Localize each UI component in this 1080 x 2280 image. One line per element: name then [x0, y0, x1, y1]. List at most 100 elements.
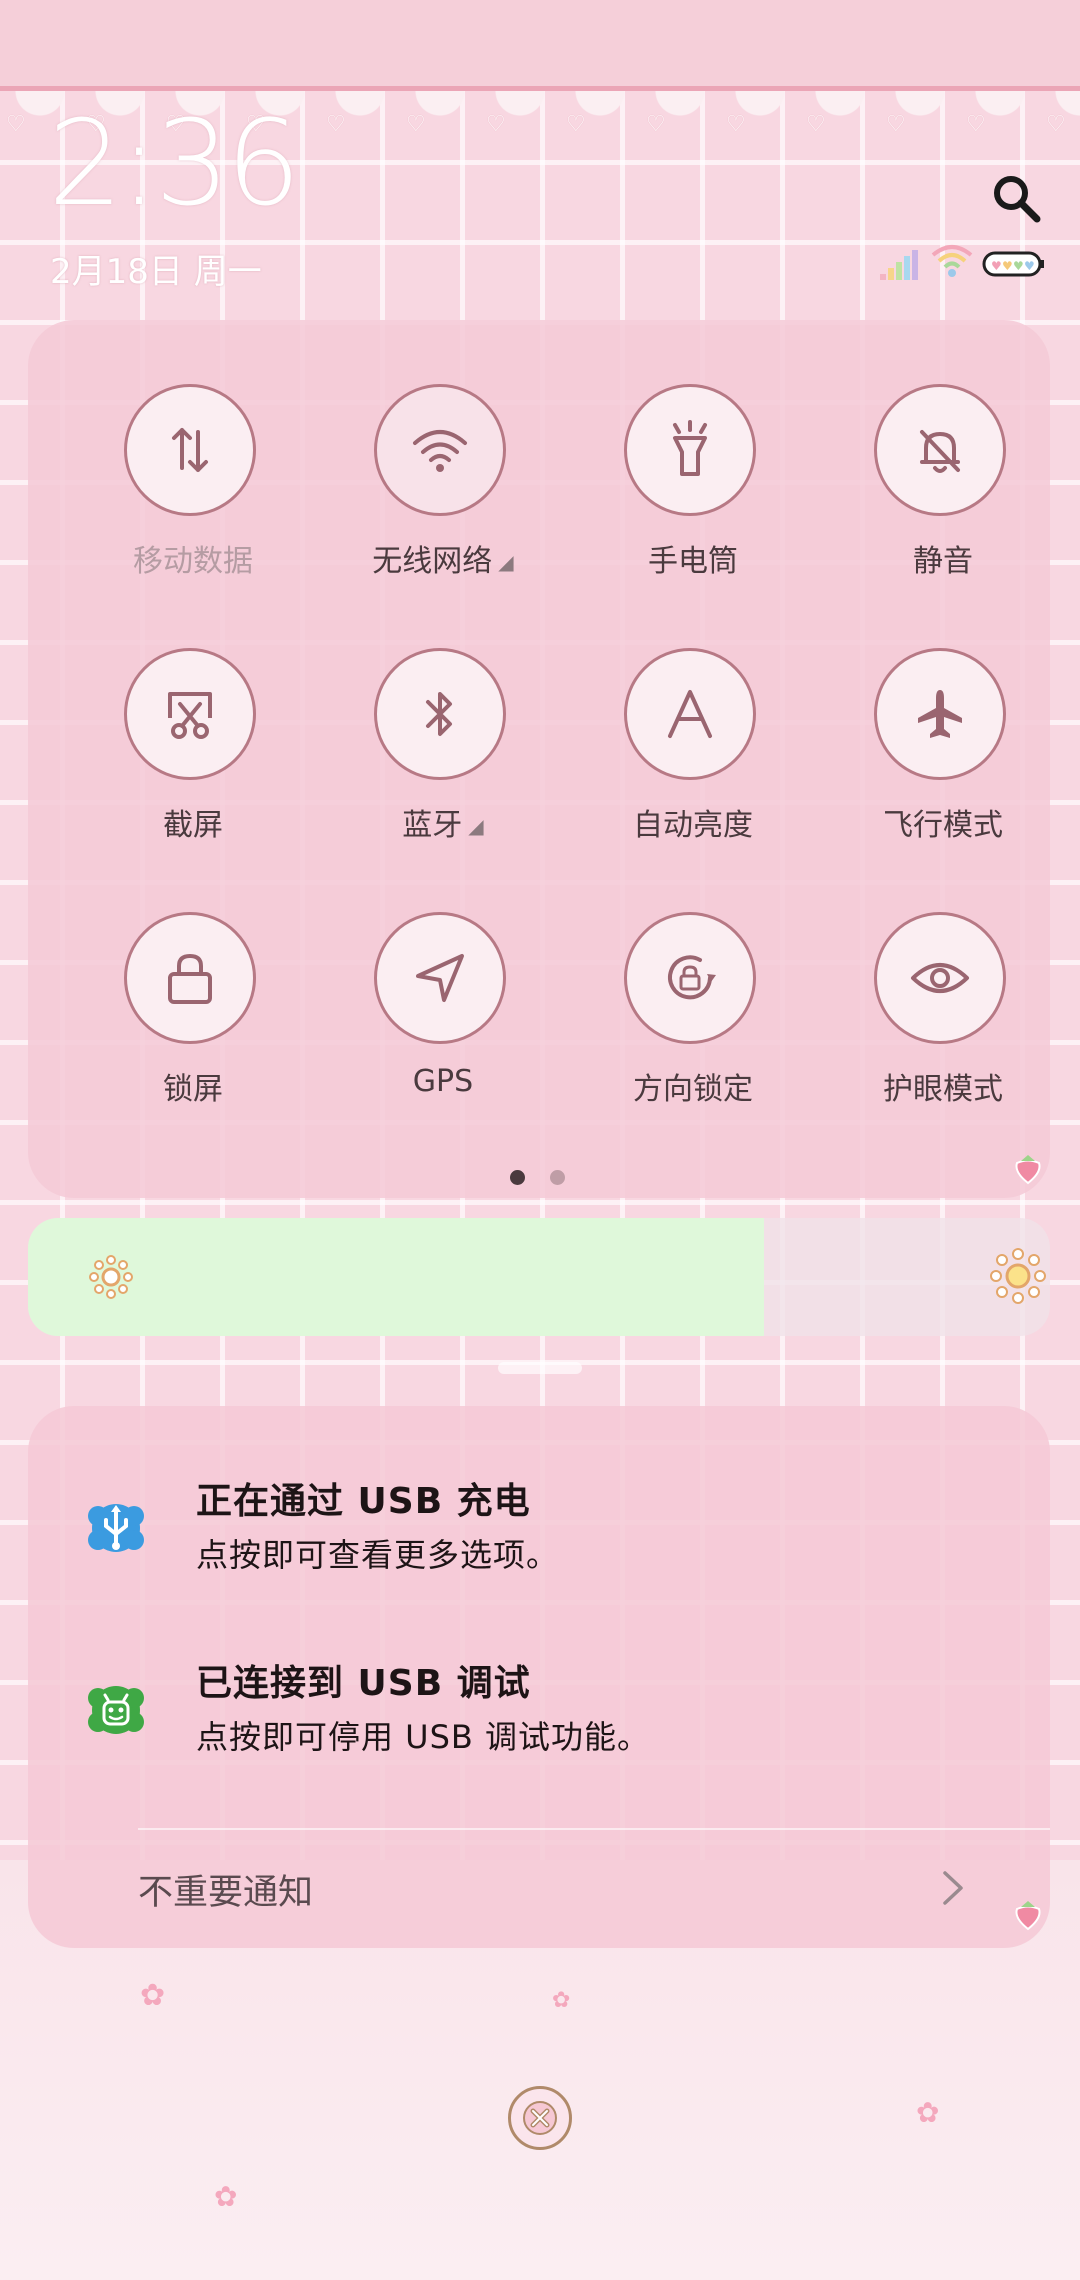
tile-gps-button[interactable] [374, 912, 506, 1044]
tile-screenshot[interactable]: 截屏 [68, 584, 318, 843]
tile-gps[interactable]: GPS [318, 848, 568, 1099]
location-arrow-icon [416, 954, 464, 1002]
date: 2月18日 周一 [50, 252, 262, 292]
flashlight-icon [673, 420, 707, 476]
strawberry-decoration-icon [1015, 1155, 1041, 1185]
tile-flashlight-button[interactable] [624, 384, 756, 516]
heart-decoration-icon: ♡ [6, 112, 26, 137]
android-debug-icon [88, 1686, 144, 1734]
tile-label: GPS [412, 1064, 474, 1099]
chevron-right-icon[interactable] [940, 1868, 966, 1908]
search-icon[interactable] [990, 172, 1042, 224]
tile-wifi[interactable]: 无线网络 ◢ [318, 320, 568, 579]
screenshot-icon [168, 692, 212, 739]
notification-text: 点按即可停用 USB 调试功能。 [196, 1718, 651, 1756]
rotation-lock-icon [668, 955, 716, 1000]
tile-eye-protection[interactable]: 护眼模式 [818, 848, 1068, 1107]
svg-text:♥: ♥ [1002, 259, 1013, 273]
notification-text: 点按即可查看更多选项。 [196, 1536, 560, 1574]
signal-icon [880, 250, 918, 280]
page-dot [550, 1170, 565, 1185]
clear-all-button[interactable] [508, 2086, 572, 2150]
tile-label: 自动亮度 [633, 808, 753, 843]
tile-lock-screen[interactable]: 锁屏 [68, 848, 318, 1107]
tile-bluetooth-button[interactable] [374, 648, 506, 780]
divider [138, 1828, 1050, 1830]
heart-decoration-icon: ♡ [406, 112, 426, 137]
notification-panel: 正在通过 USB 充电 点按即可查看更多选项。 已连接到 USB 调试 点按即可… [28, 1406, 1050, 1948]
heart-decoration-icon: ♡ [1046, 112, 1066, 137]
tile-auto-brightness[interactable]: 自动亮度 [568, 584, 818, 843]
flower-decoration-icon: ✿ [552, 1988, 571, 2013]
close-icon [523, 2101, 557, 2135]
wifi-status-icon [931, 245, 973, 277]
eye-icon [911, 963, 969, 993]
tile-mobile-data[interactable]: 移动数据 [68, 320, 318, 579]
tile-bluetooth[interactable]: 蓝牙 ◢ [318, 584, 568, 843]
flower-decoration-icon: ✿ [916, 2096, 940, 2129]
brightness-slider[interactable] [28, 1218, 1050, 1336]
flower-decoration-icon: ✿ [140, 1978, 166, 2013]
svg-text:♥: ♥ [1013, 259, 1024, 273]
tile-lock-screen-button[interactable] [124, 912, 256, 1044]
heart-decoration-icon: ♡ [646, 112, 666, 137]
strawberry-decoration-icon [1015, 1901, 1041, 1931]
heart-decoration-icon: ♡ [886, 112, 906, 137]
bluetooth-icon [426, 692, 452, 736]
bell-off-icon [920, 430, 960, 473]
heart-decoration-icon: ♡ [806, 112, 826, 137]
minor-notifications-label[interactable]: 不重要通知 [138, 1864, 313, 1915]
tile-wifi-button[interactable] [374, 384, 506, 516]
tile-label: 截屏 [163, 808, 223, 843]
tile-label: 护眼模式 [883, 1072, 1003, 1107]
page-dot-active [510, 1170, 525, 1185]
tile-airplane-button[interactable] [874, 648, 1006, 780]
tile-rotation-lock-button[interactable] [624, 912, 756, 1044]
heart-decoration-icon: ♡ [566, 112, 586, 137]
notification-usb-debugging[interactable]: 已连接到 USB 调试 点按即可停用 USB 调试功能。 [28, 1654, 1050, 1784]
tile-flashlight[interactable]: 手电筒 [568, 320, 818, 579]
heart-decoration-icon: ♡ [966, 112, 986, 137]
drag-handle[interactable] [498, 1362, 582, 1374]
brightness-slider-fill [28, 1218, 764, 1336]
tile-label: 锁屏 [163, 1072, 223, 1107]
tile-label: 无线网络 ◢ [372, 544, 514, 579]
mobile-data-icon [172, 428, 208, 472]
svg-text:♥: ♥ [991, 259, 1002, 273]
tile-label: 方向锁定 [633, 1072, 753, 1107]
lock-icon [168, 953, 212, 1004]
tile-auto-brightness-button[interactable] [624, 648, 756, 780]
tile-label: 移动数据 [133, 544, 253, 579]
clock: 2:36 [48, 94, 301, 232]
status-icons: ♥ ♥ ♥ ♥ [878, 245, 1048, 282]
tile-silent[interactable]: 静音 [818, 320, 1068, 579]
quick-settings-panel: 移动数据 无线网络 ◢ 手电筒 静音 截屏 蓝牙 ◢ 自动亮度 飞行模式 锁屏 … [28, 320, 1050, 1198]
flower-decoration-icon: ✿ [214, 2180, 238, 2213]
tile-label: 静音 [913, 544, 973, 579]
heart-decoration-icon: ♡ [326, 112, 346, 137]
notification-title: 正在通过 USB 充电 [196, 1481, 531, 1522]
heart-decoration-icon: ♡ [726, 112, 746, 137]
heart-decoration-icon: ♡ [486, 112, 506, 137]
tile-rotation-lock[interactable]: 方向锁定 [568, 848, 818, 1107]
usb-icon [88, 1504, 144, 1552]
notification-usb-charging[interactable]: 正在通过 USB 充电 点按即可查看更多选项。 [28, 1472, 1050, 1602]
svg-text:♥: ♥ [1024, 259, 1035, 273]
expand-triangle-icon: ◢ [468, 814, 484, 838]
tile-silent-button[interactable] [874, 384, 1006, 516]
wifi-icon [413, 430, 467, 472]
tile-eye-protection-button[interactable] [874, 912, 1006, 1044]
auto-brightness-icon [668, 690, 712, 738]
brightness-high-icon [990, 1248, 1046, 1304]
battery-icon: ♥ ♥ ♥ ♥ [982, 251, 1044, 277]
notification-title: 已连接到 USB 调试 [196, 1663, 531, 1704]
tile-label: 飞行模式 [883, 808, 1003, 843]
tile-airplane[interactable]: 飞行模式 [818, 584, 1068, 843]
brightness-low-icon [89, 1255, 133, 1299]
tile-mobile-data-button[interactable] [124, 384, 256, 516]
tile-label: 蓝牙 ◢ [402, 808, 484, 843]
expand-triangle-icon: ◢ [498, 550, 514, 574]
tile-screenshot-button[interactable] [124, 648, 256, 780]
airplane-icon [918, 690, 962, 738]
top-band [0, 0, 1080, 88]
